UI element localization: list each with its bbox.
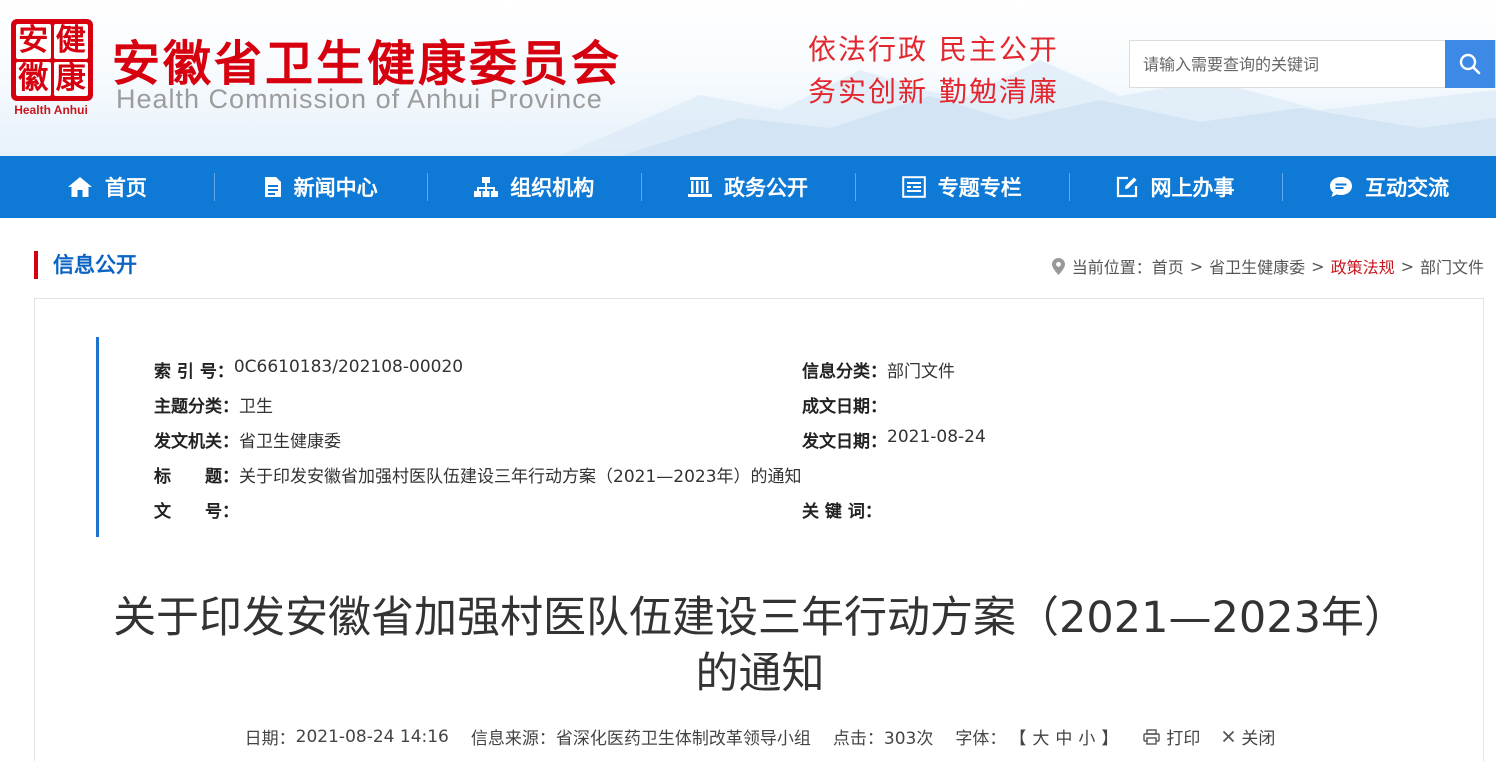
nav-label: 专题专栏 xyxy=(937,176,1022,200)
logo-seal: 安 健 徽 康 xyxy=(11,19,93,101)
meta-label: 主题分类： xyxy=(154,397,239,417)
slogan-line-2: 务实创新 勤勉清廉 xyxy=(808,75,1059,108)
meta-label: 信息分类： xyxy=(802,362,887,382)
nav-item-home[interactable]: 首页 xyxy=(0,156,214,218)
close-label: 关闭 xyxy=(1241,729,1276,749)
site-header: 安 健 徽 康 Health Anhui 安徽省卫生健康委员会 Health C… xyxy=(0,0,1496,156)
site-logo[interactable]: 安 健 徽 康 Health Anhui xyxy=(11,19,93,121)
logo-char: 徽 xyxy=(16,61,51,96)
font-size-label: 字体： xyxy=(955,729,1007,749)
close-button[interactable]: 关闭 xyxy=(1222,724,1275,749)
meta-created-date: 成文日期： xyxy=(802,392,887,417)
nav-label: 组织机构 xyxy=(510,176,595,200)
meta-keywords: 关 键 词： xyxy=(802,497,882,522)
breadcrumb-separator: > xyxy=(1311,256,1325,276)
article-hits: 点击： 303次 xyxy=(833,724,933,749)
meta-value: 关于印发安徽省加强村医队伍建设三年行动方案（2021—2023年）的通知 xyxy=(239,467,802,487)
print-label: 打印 xyxy=(1166,729,1201,749)
printer-icon xyxy=(1143,728,1161,745)
article-date: 日期： 2021-08-24 14:16 xyxy=(244,724,449,750)
breadcrumb-separator: > xyxy=(1400,256,1414,276)
meta-value: 0C6610183/202108-00020 xyxy=(233,357,464,377)
logo-char: 安 xyxy=(16,24,51,59)
source-value: 省深化医药卫生体制改革领导小组 xyxy=(555,729,811,749)
nav-item-online-services[interactable]: 网上办事 xyxy=(1068,156,1283,218)
search-button[interactable] xyxy=(1445,40,1495,88)
meta-topic: 主题分类： 卫生 xyxy=(154,392,273,417)
meta-issued-date: 发文日期： 2021-08-24 xyxy=(802,427,986,452)
main-nav: 首页 新闻中心 组织机构 政务公开 专题专栏 网上办事 互动交流 xyxy=(0,156,1496,218)
article-info-bar: 日期： 2021-08-24 14:16 信息来源： 省深化医药卫生体制改革领导… xyxy=(35,724,1485,750)
document-metadata: 索 引 号： 0C6610183/202108-00020 信息分类： 部门文件… xyxy=(96,337,1396,537)
meta-label: 关 键 词： xyxy=(802,502,882,522)
logo-char: 健 xyxy=(53,24,88,59)
home-icon xyxy=(67,177,92,197)
meta-label: 文 号： xyxy=(154,502,239,522)
meta-label: 发文机关： xyxy=(154,432,239,452)
nav-label: 政务公开 xyxy=(724,176,809,200)
nav-item-government-affairs[interactable]: 政务公开 xyxy=(641,156,855,218)
nav-item-news[interactable]: 新闻中心 xyxy=(213,156,428,218)
edit-icon xyxy=(1117,176,1138,198)
nav-label: 首页 xyxy=(104,176,147,200)
meta-label: 索 引 号： xyxy=(154,362,234,382)
font-size-large-button[interactable]: 大 xyxy=(1032,724,1049,749)
date-label: 日期： xyxy=(244,729,296,749)
meta-label: 标 题： xyxy=(154,467,239,487)
bracket-close: 】 xyxy=(1101,729,1119,749)
article-title: 关于印发安徽省加强村医队伍建设三年行动方案（2021—2023年）的通知 xyxy=(113,593,1407,699)
logo-char: 康 xyxy=(53,61,88,96)
close-icon xyxy=(1223,730,1235,743)
nav-label: 网上办事 xyxy=(1150,176,1235,200)
meta-value: 部门文件 xyxy=(887,362,955,382)
bracket-open: 【 xyxy=(1009,729,1027,749)
nav-item-interaction[interactable]: 互动交流 xyxy=(1282,156,1496,218)
chat-icon xyxy=(1330,177,1353,197)
building-icon xyxy=(688,177,713,197)
meta-category: 信息分类： 部门文件 xyxy=(802,357,955,382)
date-value: 2021-08-24 14:16 xyxy=(295,726,449,747)
section-title: 信息公开 xyxy=(34,251,137,279)
meta-issuer: 发文机关： 省卫生健康委 xyxy=(154,427,341,452)
logo-english: Health Anhui xyxy=(14,103,88,117)
meta-index: 索 引 号： 0C6610183/202108-00020 xyxy=(154,357,463,382)
location-pin-icon xyxy=(1051,257,1065,275)
search-box xyxy=(1129,40,1496,88)
search-input[interactable] xyxy=(1130,41,1445,87)
meta-value: 省卫生健康委 xyxy=(239,432,341,452)
source-label: 信息来源： xyxy=(470,729,556,749)
document-icon xyxy=(264,177,281,197)
breadcrumb-commission[interactable]: 省卫生健康委 xyxy=(1209,254,1305,278)
breadcrumb-separator: > xyxy=(1189,256,1204,276)
list-box-icon xyxy=(901,176,926,198)
meta-title: 标 题： 关于印发安徽省加强村医队伍建设三年行动方案（2021—2023年）的通… xyxy=(154,462,802,487)
site-name-en: Health Commission of Anhui Province xyxy=(116,84,603,114)
nav-label: 互动交流 xyxy=(1365,176,1450,200)
hits-label: 点击： xyxy=(832,729,884,749)
article-source: 信息来源： 省深化医药卫生体制改革领导小组 xyxy=(471,724,811,749)
org-chart-icon xyxy=(474,177,499,197)
meta-value: 2021-08-24 xyxy=(887,427,986,447)
breadcrumb-current[interactable]: 部门文件 xyxy=(1420,254,1484,278)
breadcrumb-prefix: 当前位置： xyxy=(1071,258,1152,277)
nav-label: 新闻中心 xyxy=(293,176,378,200)
meta-document-number: 文 号： xyxy=(154,497,239,522)
meta-value: 卫生 xyxy=(239,397,273,417)
nav-item-special-topics[interactable]: 专题专栏 xyxy=(854,156,1069,218)
font-size-switcher: 字体： 【 大 中 小 】 xyxy=(955,724,1121,749)
font-size-small-button[interactable]: 小 xyxy=(1078,724,1095,749)
breadcrumb: 当前位置： 首页 > 省卫生健康委 > 政策法规 > 部门文件 xyxy=(1051,254,1484,278)
slogan-line-1: 依法行政 民主公开 xyxy=(808,33,1059,66)
breadcrumb-home[interactable]: 首页 xyxy=(1152,254,1184,278)
font-size-medium-button[interactable]: 中 xyxy=(1055,724,1072,749)
meta-label: 发文日期： xyxy=(802,432,887,452)
nav-item-organization[interactable]: 组织机构 xyxy=(427,156,641,218)
article-container: 索 引 号： 0C6610183/202108-00020 信息分类： 部门文件… xyxy=(34,298,1484,761)
print-button[interactable]: 打印 xyxy=(1143,724,1200,749)
search-icon xyxy=(1459,53,1481,75)
meta-label: 成文日期： xyxy=(802,397,887,417)
hits-value: 303次 xyxy=(883,729,934,749)
breadcrumb-policy[interactable]: 政策法规 xyxy=(1331,254,1395,278)
